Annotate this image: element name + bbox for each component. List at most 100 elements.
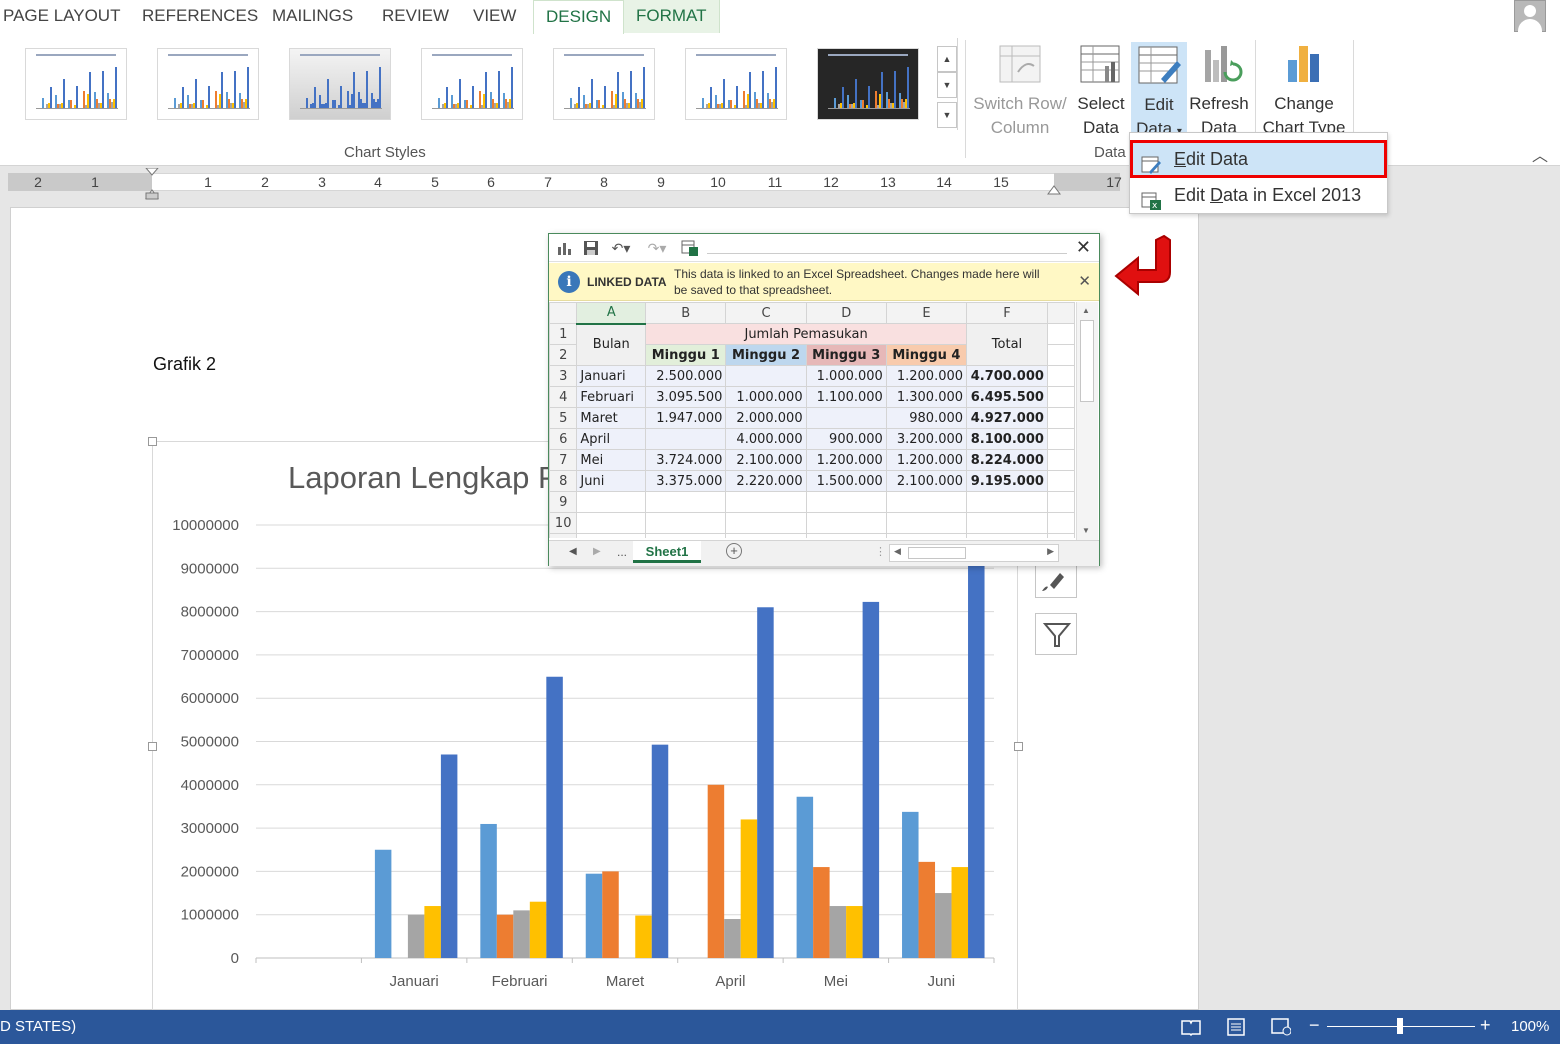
- close-icon[interactable]: ✕: [1076, 237, 1091, 258]
- table-cell[interactable]: [805, 512, 887, 534]
- table-cell[interactable]: [1046, 386, 1075, 408]
- row-header[interactable]: 9: [549, 491, 578, 513]
- cell-month[interactable]: Januari: [576, 365, 647, 387]
- cell-week-header[interactable]: Minggu 2: [725, 344, 807, 366]
- table-cell[interactable]: [725, 512, 807, 534]
- row-header[interactable]: 3: [549, 365, 578, 387]
- add-sheet-icon[interactable]: +: [726, 543, 742, 559]
- right-indent-marker-icon[interactable]: [1047, 184, 1061, 196]
- table-cell[interactable]: [1046, 470, 1075, 492]
- edit-in-excel-icon[interactable]: [681, 240, 698, 256]
- column-header[interactable]: E: [885, 302, 968, 324]
- table-cell[interactable]: [725, 533, 807, 538]
- vertical-scrollbar[interactable]: ▲ ▼: [1076, 302, 1098, 540]
- collapse-ribbon-chevron-icon[interactable]: ︿: [1532, 142, 1548, 166]
- indent-marker-icon[interactable]: [144, 168, 160, 202]
- table-cell[interactable]: [645, 512, 727, 534]
- cell-bulan-header[interactable]: Bulan: [576, 323, 647, 366]
- cell-week-header[interactable]: Minggu 3: [805, 344, 887, 366]
- cell-month[interactable]: April: [576, 428, 647, 450]
- row-header[interactable]: 10: [549, 512, 578, 534]
- cell-minggu-4[interactable]: 1.200.000: [885, 365, 968, 387]
- table-cell[interactable]: [576, 533, 647, 538]
- row-header[interactable]: 11: [549, 533, 578, 538]
- cell-minggu-1[interactable]: 3.724.000: [645, 449, 727, 471]
- tab-review[interactable]: REVIEW: [382, 0, 449, 33]
- resize-handle[interactable]: [148, 437, 157, 446]
- gallery-more-button[interactable]: ▼: [937, 102, 957, 128]
- table-cell[interactable]: [1046, 449, 1075, 471]
- table-cell[interactable]: [645, 533, 727, 538]
- sheet-tab-sheet1[interactable]: Sheet1: [633, 541, 701, 563]
- chart-style-5[interactable]: [553, 48, 655, 120]
- tab-page-layout[interactable]: PAGE LAYOUT: [3, 0, 120, 33]
- change-chart-type-button[interactable]: Change Chart Type: [1258, 42, 1350, 137]
- table-cell[interactable]: [1046, 428, 1075, 450]
- chart-style-4[interactable]: [421, 48, 523, 120]
- zoom-level[interactable]: 100%: [1511, 1018, 1549, 1035]
- chart-filters-button[interactable]: [1035, 613, 1077, 655]
- chart-style-7[interactable]: [817, 48, 919, 120]
- cell-total[interactable]: 4.927.000: [966, 407, 1048, 429]
- table-cell[interactable]: [966, 491, 1048, 513]
- zoom-slider-thumb[interactable]: [1397, 1018, 1403, 1034]
- more-sheets-ellipsis[interactable]: ...: [617, 545, 627, 559]
- table-cell[interactable]: [1046, 491, 1075, 513]
- cell-minggu-2[interactable]: 2.100.000: [725, 449, 807, 471]
- cell-month[interactable]: Februari: [576, 386, 647, 408]
- column-header[interactable]: [1046, 302, 1075, 324]
- prev-sheet-icon[interactable]: ◀: [569, 546, 577, 557]
- chart-icon[interactable]: [557, 240, 573, 256]
- cell-minggu-4[interactable]: 1.200.000: [885, 449, 968, 471]
- table-cell[interactable]: [1046, 344, 1075, 366]
- zoom-in-button[interactable]: +: [1480, 1015, 1491, 1036]
- table-cell[interactable]: [1046, 533, 1075, 538]
- status-language[interactable]: D STATES): [0, 1018, 76, 1035]
- edit-data-button[interactable]: Edit Data ▾: [1131, 42, 1187, 138]
- gallery-scroll-down-button[interactable]: ▼: [937, 72, 957, 98]
- cell-minggu-3[interactable]: 1.000.000: [805, 365, 887, 387]
- column-header[interactable]: B: [645, 302, 727, 324]
- menu-item-edit-data-in-excel[interactable]: x Edit Data in Excel 2013: [1131, 177, 1386, 213]
- tab-design[interactable]: DESIGN: [533, 0, 625, 34]
- cell-minggu-4[interactable]: 1.300.000: [885, 386, 968, 408]
- cell-minggu-3[interactable]: 1.100.000: [805, 386, 887, 408]
- zoom-out-button[interactable]: −: [1309, 1015, 1320, 1036]
- table-cell[interactable]: [966, 533, 1048, 538]
- cell-total[interactable]: 8.100.000: [966, 428, 1048, 450]
- refresh-data-button[interactable]: Refresh Data: [1188, 42, 1250, 137]
- cell-minggu-2[interactable]: 1.000.000: [725, 386, 807, 408]
- table-cell[interactable]: [645, 491, 727, 513]
- cell-minggu-4[interactable]: 980.000: [885, 407, 968, 429]
- cell-week-header[interactable]: Minggu 4: [885, 344, 968, 366]
- web-layout-icon[interactable]: [1271, 1018, 1291, 1036]
- cell-minggu-3[interactable]: [805, 407, 887, 429]
- table-cell[interactable]: [1046, 365, 1075, 387]
- chart-style-2[interactable]: [157, 48, 259, 120]
- read-mode-icon[interactable]: [1181, 1018, 1201, 1036]
- print-layout-icon[interactable]: [1226, 1018, 1246, 1036]
- cell-minggu-1[interactable]: 3.375.000: [645, 470, 727, 492]
- chart-plot-area[interactable]: 0 1000000 2000000 3000000 4000000 5000000 6000…: [152, 500, 1018, 1005]
- chart-style-1[interactable]: [25, 48, 127, 120]
- row-header[interactable]: 5: [549, 407, 578, 429]
- table-cell[interactable]: [725, 491, 807, 513]
- cell-month[interactable]: Mei: [576, 449, 647, 471]
- row-header[interactable]: 6: [549, 428, 578, 450]
- cell-total[interactable]: 6.495.500: [966, 386, 1048, 408]
- row-header[interactable]: 7: [549, 449, 578, 471]
- tab-format[interactable]: FORMAT: [623, 0, 720, 33]
- cell-minggu-2[interactable]: [725, 365, 807, 387]
- infobar-close-icon[interactable]: ✕: [1078, 272, 1091, 290]
- table-cell[interactable]: [576, 512, 647, 534]
- table-cell[interactable]: [885, 512, 968, 534]
- chart-title[interactable]: Laporan Lengkap P: [288, 460, 559, 496]
- table-cell[interactable]: [1046, 512, 1075, 534]
- select-all-corner[interactable]: [549, 302, 578, 324]
- cell-total-header[interactable]: Total: [966, 323, 1048, 366]
- cell-total[interactable]: 4.700.000: [966, 365, 1048, 387]
- table-cell[interactable]: [576, 491, 647, 513]
- cell-jumlah-pemasukan-header[interactable]: Jumlah Pemasukan: [645, 323, 968, 345]
- scrollbar-thumb[interactable]: [1080, 320, 1094, 402]
- cell-week-header[interactable]: Minggu 1: [645, 344, 727, 366]
